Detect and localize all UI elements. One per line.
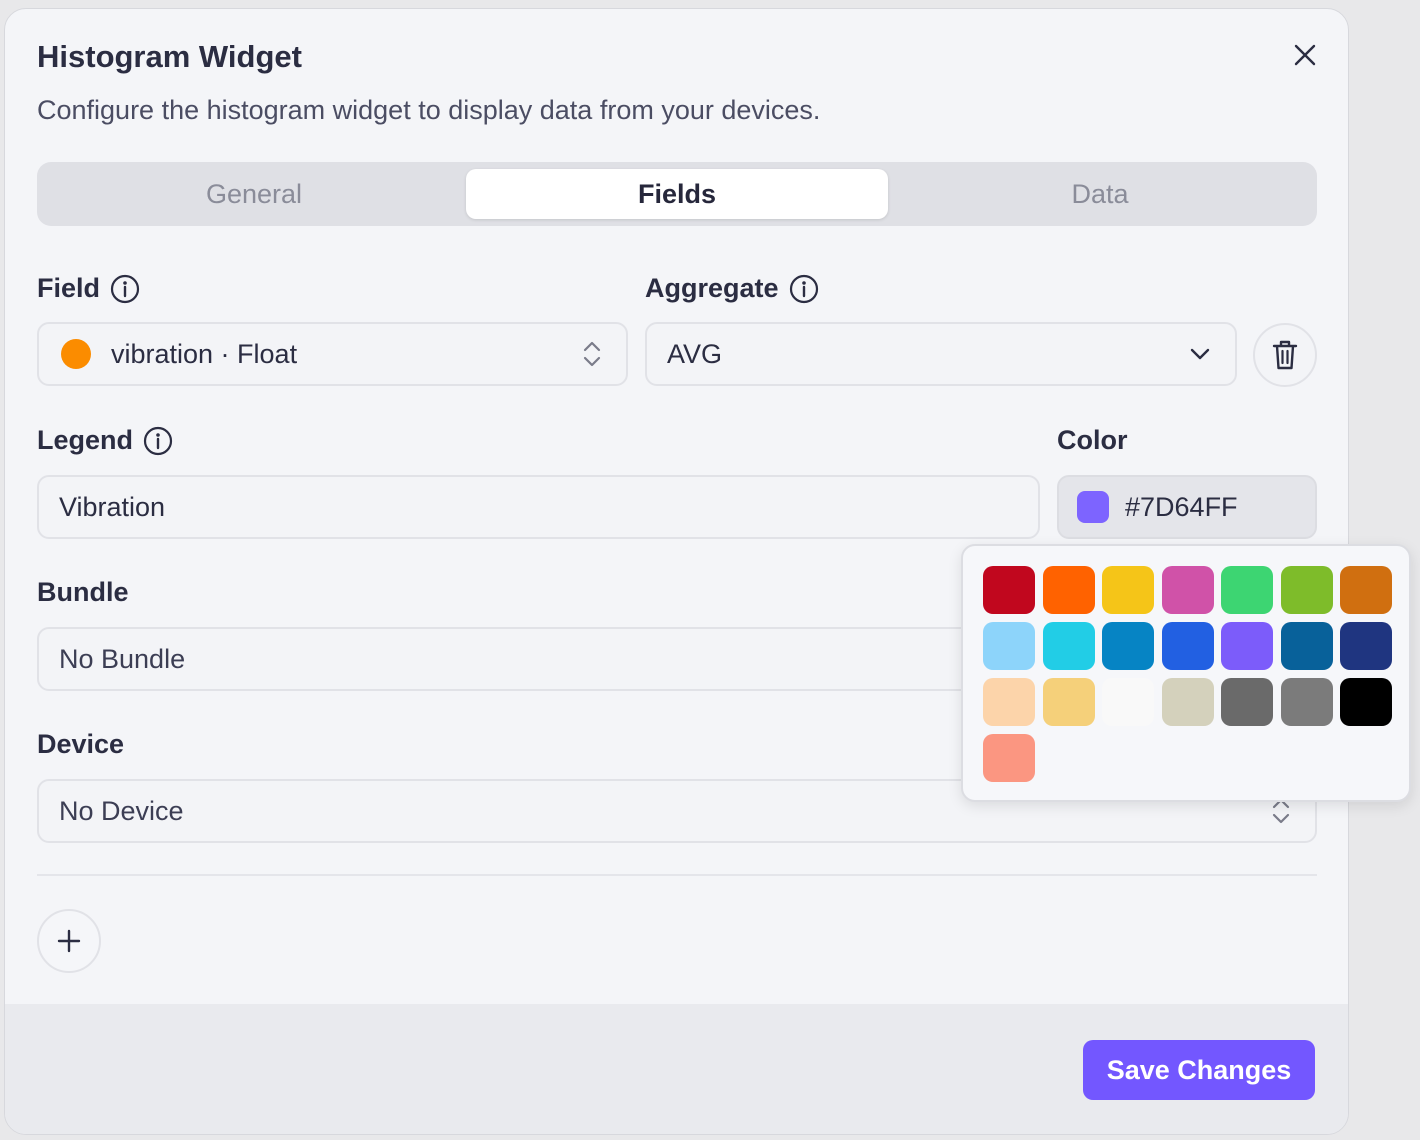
color-swatch-3[interactable]	[1161, 566, 1214, 614]
color-swatch-21[interactable]	[983, 734, 1035, 782]
device-label-group: Device	[37, 729, 124, 760]
info-icon[interactable]	[110, 274, 140, 304]
divider	[37, 874, 1317, 876]
info-icon[interactable]	[143, 426, 173, 456]
close-button[interactable]	[1289, 39, 1321, 71]
tab-data[interactable]: Data	[889, 169, 1311, 219]
color-swatch-17[interactable]	[1161, 678, 1214, 726]
updown-chevron-icon	[583, 341, 601, 367]
color-swatch-14[interactable]	[983, 678, 1035, 726]
aggregate-label-group: Aggregate	[645, 273, 819, 304]
plus-icon	[57, 929, 81, 953]
field-select-value: vibration · Float	[111, 338, 298, 369]
color-palette-popover	[961, 544, 1411, 802]
color-swatch-5[interactable]	[1280, 566, 1333, 614]
color-swatch-8[interactable]	[1042, 622, 1095, 670]
dialog-subtitle: Configure the histogram widget to displa…	[37, 95, 821, 125]
aggregate-select[interactable]: AVG	[645, 322, 1237, 386]
info-icon[interactable]	[789, 274, 819, 304]
legend-input[interactable]: Vibration	[37, 475, 1040, 539]
aggregate-label: Aggregate	[645, 273, 779, 303]
color-swatch-11[interactable]	[1221, 622, 1273, 670]
legend-input-value: Vibration	[59, 491, 166, 522]
color-swatch-19[interactable]	[1280, 678, 1333, 726]
field-color-dot	[61, 339, 91, 369]
color-picker-button[interactable]: #7D64FF	[1057, 475, 1317, 539]
color-swatch-1[interactable]	[1042, 566, 1095, 614]
color-swatch-15[interactable]	[1042, 678, 1095, 726]
bundle-label-group: Bundle	[37, 577, 129, 608]
color-label: Color	[1057, 425, 1128, 455]
color-swatch-2[interactable]	[1102, 566, 1154, 614]
color-swatch-0[interactable]	[983, 566, 1035, 614]
device-select-value: No Device	[59, 795, 184, 826]
color-swatch-20[interactable]	[1340, 678, 1392, 726]
add-field-button[interactable]	[37, 909, 101, 973]
save-changes-button[interactable]: Save Changes	[1083, 1040, 1315, 1100]
device-label: Device	[37, 729, 125, 759]
color-swatch-13[interactable]	[1340, 622, 1392, 670]
aggregate-select-value: AVG	[667, 338, 723, 369]
color-swatch-grid	[983, 566, 1392, 782]
field-select[interactable]: vibration · Float	[37, 322, 628, 386]
bundle-label: Bundle	[37, 577, 129, 607]
field-label: Field	[37, 273, 101, 303]
color-label-group: Color	[1057, 425, 1128, 456]
color-swatch-10[interactable]	[1161, 622, 1214, 670]
field-label-group: Field	[37, 273, 140, 304]
color-swatch-16[interactable]	[1102, 678, 1154, 726]
dialog-title: Histogram Widget	[37, 39, 302, 74]
tab-general[interactable]: General	[43, 169, 465, 219]
trash-icon	[1272, 340, 1298, 370]
legend-label: Legend	[37, 425, 134, 455]
bundle-select-value: No Bundle	[59, 643, 186, 674]
color-swatch-12[interactable]	[1280, 622, 1333, 670]
color-swatch-18[interactable]	[1221, 678, 1273, 726]
selected-color-swatch	[1077, 491, 1109, 523]
color-swatch-7[interactable]	[983, 622, 1035, 670]
chevron-down-icon	[1190, 348, 1210, 360]
color-swatch-6[interactable]	[1340, 566, 1392, 614]
color-hex-value: #7D64FF	[1125, 491, 1238, 522]
color-swatch-9[interactable]	[1102, 622, 1154, 670]
legend-label-group: Legend	[37, 425, 173, 456]
tab-fields[interactable]: Fields	[466, 169, 888, 219]
close-icon	[1294, 44, 1316, 66]
delete-field-button[interactable]	[1253, 323, 1317, 387]
color-swatch-4[interactable]	[1221, 566, 1273, 614]
tab-bar: General Fields Data	[37, 162, 1317, 226]
